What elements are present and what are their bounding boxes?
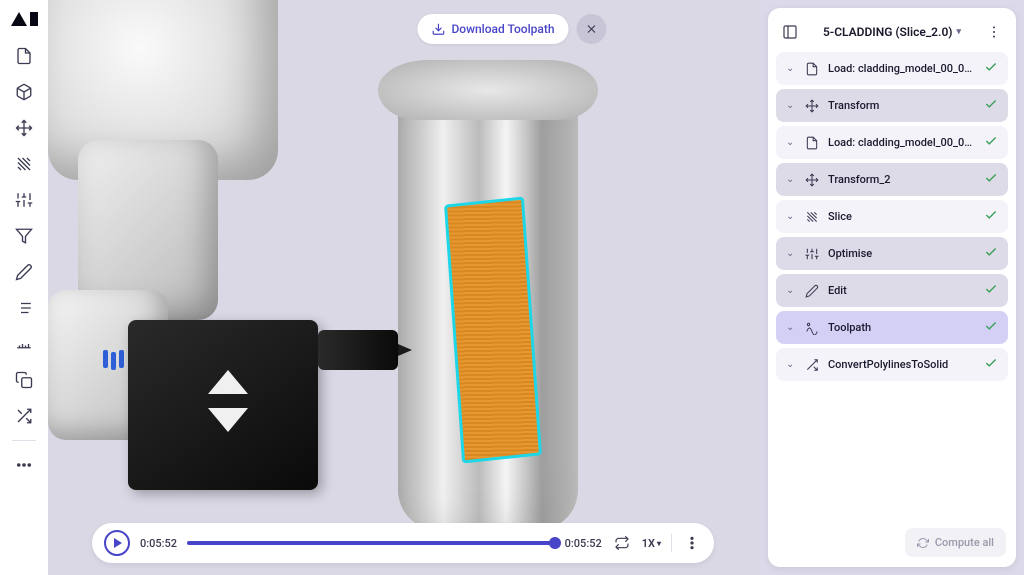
chevron-down-icon: ⌄: [786, 359, 796, 370]
step-label: ConvertPolylinesToSolid: [828, 358, 976, 371]
compute-label: Compute all: [935, 536, 994, 549]
robot-arm: [48, 0, 378, 520]
process-title[interactable]: 5-CLADDING (Slice_2.0): [823, 25, 961, 39]
viewport-3d[interactable]: [48, 0, 760, 575]
app-logo: [9, 10, 39, 28]
move-icon[interactable]: [8, 112, 40, 144]
top-action-bar: Download Toolpath: [417, 14, 606, 44]
chevron-down-icon: ⌄: [786, 248, 796, 259]
file-icon[interactable]: [8, 40, 40, 72]
chevron-down-icon: ⌄: [786, 63, 796, 74]
steps-list: ⌄ Load: cladding_model_00_00.obj ⌄ Transfor…: [776, 52, 1008, 381]
convert-icon: [804, 357, 820, 373]
step-label: Optimise: [828, 247, 976, 260]
check-icon: [984, 208, 998, 225]
pencil-icon[interactable]: [8, 256, 40, 288]
step-label: Transform_2: [828, 173, 976, 186]
check-icon: [984, 134, 998, 151]
step-convertpolylinestosolid[interactable]: ⌄ ConvertPolylinesToSolid: [776, 348, 1008, 381]
step-toolpath[interactable]: ⌄ Toolpath: [776, 311, 1008, 344]
step-label: Slice: [828, 210, 976, 223]
list-icon[interactable]: [8, 292, 40, 324]
file-icon: [804, 135, 820, 151]
toolpath-icon: [804, 320, 820, 336]
download-label: Download Toolpath: [451, 22, 554, 36]
step-label: Toolpath: [828, 321, 976, 334]
check-icon: [984, 245, 998, 262]
loop-icon[interactable]: [612, 533, 632, 553]
step-optimise[interactable]: ⌄ Optimise: [776, 237, 1008, 270]
timeline-slider[interactable]: [187, 541, 555, 545]
step-edit[interactable]: ⌄ Edit: [776, 274, 1008, 307]
move-icon: [804, 172, 820, 188]
check-icon: [984, 97, 998, 114]
cube-icon[interactable]: [8, 76, 40, 108]
download-toolpath-button[interactable]: Download Toolpath: [417, 14, 568, 44]
file-icon: [804, 61, 820, 77]
check-icon: [984, 171, 998, 188]
sliders-icon[interactable]: [8, 184, 40, 216]
hatch-icon[interactable]: [8, 148, 40, 180]
close-button[interactable]: [577, 14, 607, 44]
more-horizontal-icon[interactable]: [8, 449, 40, 481]
workpiece-model: [378, 60, 598, 530]
convert-icon[interactable]: [8, 400, 40, 432]
step-load-cladding-model-00-01-obj[interactable]: ⌄ Load: cladding_model_00_01.obj: [776, 126, 1008, 159]
step-transform[interactable]: ⌄ Transform: [776, 89, 1008, 122]
step-transform-2[interactable]: ⌄ Transform_2: [776, 163, 1008, 196]
funnel-icon[interactable]: [8, 220, 40, 252]
step-load-cladding-model-00-00-obj[interactable]: ⌄ Load: cladding_model_00_00.obj: [776, 52, 1008, 85]
panel-more-icon[interactable]: [984, 22, 1004, 42]
hatch-icon: [804, 209, 820, 225]
panel-layout-icon[interactable]: [780, 22, 800, 42]
copy-icon[interactable]: [8, 364, 40, 396]
play-button[interactable]: [104, 530, 130, 556]
speed-selector[interactable]: 1X▾: [642, 537, 661, 550]
chevron-down-icon: ⌄: [786, 174, 796, 185]
chevron-down-icon: ⌄: [786, 211, 796, 222]
step-slice[interactable]: ⌄ Slice: [776, 200, 1008, 233]
check-icon: [984, 282, 998, 299]
check-icon: [984, 356, 998, 373]
left-toolbar: [0, 0, 48, 575]
chevron-down-icon: ⌄: [786, 285, 796, 296]
check-icon: [984, 319, 998, 336]
chevron-down-icon: ⌄: [786, 137, 796, 148]
step-label: Transform: [828, 99, 976, 112]
playback-more-icon[interactable]: [682, 533, 702, 553]
playback-bar: 0:05:52 0:05:52 1X▾: [92, 523, 714, 563]
chevron-down-icon: ⌄: [786, 100, 796, 111]
compute-all-button[interactable]: Compute all: [905, 528, 1006, 557]
chevron-down-icon: ⌄: [786, 322, 796, 333]
step-label: Edit: [828, 284, 976, 297]
move-icon: [804, 98, 820, 114]
sliders-icon: [804, 246, 820, 262]
time-total: 0:05:52: [565, 537, 602, 550]
step-label: Load: cladding_model_00_01.obj: [828, 136, 976, 149]
ruler-icon[interactable]: [8, 328, 40, 360]
step-label: Load: cladding_model_00_00.obj: [828, 62, 976, 75]
pencil-icon: [804, 283, 820, 299]
check-icon: [984, 60, 998, 77]
process-panel: 5-CLADDING (Slice_2.0) ⌄ Load: cladding_m…: [768, 8, 1016, 567]
time-current: 0:05:52: [140, 537, 177, 550]
